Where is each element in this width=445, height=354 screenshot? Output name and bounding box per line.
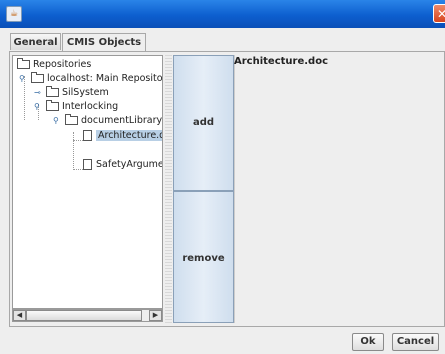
tab-cmis-objects[interactable]: CMIS Objects: [62, 33, 146, 52]
remove-button[interactable]: remove: [173, 191, 234, 323]
content-divider: [234, 55, 235, 323]
folder-icon: [31, 72, 44, 83]
tree-node-localhost[interactable]: localhost: Main Repository: [31, 72, 163, 86]
tree-node-repositories[interactable]: Repositories: [17, 58, 91, 72]
folder-icon: [46, 86, 59, 97]
folder-icon: [17, 58, 30, 69]
folder-icon: [65, 114, 78, 125]
add-button-label: add: [192, 117, 215, 128]
tree-node-architecture-doc[interactable]: Architecture.doc: [83, 129, 162, 143]
tree-node-label: SafetyArgument: [96, 159, 163, 170]
tree-node-documentlibrary[interactable]: documentLibrary: [65, 114, 162, 128]
tree-connector: [73, 140, 83, 141]
remove-button-label: remove: [182, 253, 225, 264]
scroll-right-icon[interactable]: ▶: [149, 310, 162, 321]
tree-node-interlocking[interactable]: Interlocking: [46, 100, 118, 114]
ok-button[interactable]: Ok: [352, 333, 384, 351]
tree-node-label: SilSystem: [62, 87, 109, 98]
split-pane-divider[interactable]: [165, 55, 172, 323]
selected-document-title: Architecture.doc: [234, 56, 329, 67]
close-button[interactable]: ✕: [433, 4, 445, 23]
document-icon: [83, 130, 92, 141]
folder-icon: [46, 100, 59, 111]
tree-connector: [73, 169, 83, 170]
tab-general[interactable]: General: [10, 33, 61, 50]
tree-node-safetyargument[interactable]: SafetyArgument: [83, 158, 163, 172]
cancel-button[interactable]: Cancel: [392, 333, 439, 351]
title-bar: ☕ ✕: [0, 0, 445, 28]
scroll-thumb[interactable]: [26, 310, 142, 321]
java-cup-icon: ☕: [6, 6, 22, 22]
collapse-toggle-icon[interactable]: ⊸: [34, 88, 41, 97]
tree-connector: [73, 132, 74, 170]
tree-horizontal-scrollbar[interactable]: ◀ ▶: [12, 309, 163, 322]
scroll-left-icon[interactable]: ◀: [13, 310, 26, 321]
tree-node-label: Architecture.doc: [96, 130, 162, 141]
tree-node-label: documentLibrary: [81, 115, 163, 126]
expand-toggle-icon[interactable]: ⚲: [34, 102, 40, 111]
expand-toggle-icon[interactable]: ⚲: [53, 116, 59, 125]
add-button[interactable]: add: [173, 55, 234, 191]
action-buttons: add remove: [173, 55, 234, 323]
repository-tree[interactable]: Repositories ⚲ localhost: Main Repositor…: [12, 55, 163, 309]
tree-node-label: Interlocking: [62, 101, 119, 112]
expand-toggle-icon[interactable]: ⚲: [19, 74, 25, 83]
tree-node-label: Repositories: [33, 59, 92, 70]
document-icon: [83, 159, 92, 170]
tree-node-silsystem[interactable]: SilSystem: [46, 86, 109, 100]
tree-node-label: localhost: Main Repository: [47, 73, 163, 84]
